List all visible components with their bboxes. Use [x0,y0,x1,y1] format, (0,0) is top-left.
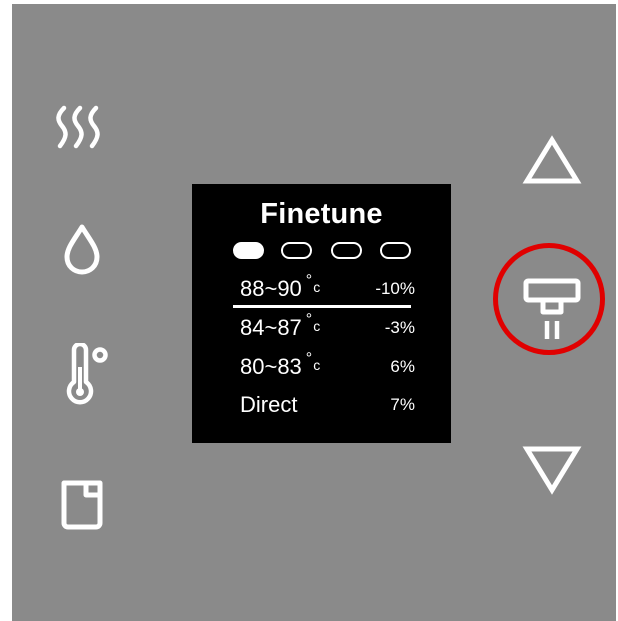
dispense-button[interactable] [516,272,588,346]
water-button[interactable] [57,219,107,279]
water-drop-icon [64,224,100,275]
adjustment-value: 7% [390,395,415,414]
celsius-unit [301,395,302,411]
arrow-up-icon [522,135,582,184]
celsius-unit: °c [305,350,321,373]
temperature-range: 80~83 °c [240,350,321,379]
cup-icon [61,480,103,530]
steam-icon [56,105,100,149]
temperature-range: 84~87 °c [240,311,321,340]
finetune-row[interactable]: 84~87 °c -3% [240,311,415,345]
celsius-unit: °c [305,311,321,334]
thermometer-icon [66,343,108,405]
celsius-unit: °c [305,272,321,295]
temperature-range: Direct [240,392,302,418]
arrow-down-icon [522,446,582,495]
temperature-button[interactable] [58,340,114,410]
temperature-range: 88~90 °c [240,272,321,301]
cup-button[interactable] [52,472,114,534]
finetune-row[interactable]: 80~83 °c 6% [240,350,415,384]
mode-indicator-1 [233,242,264,259]
adjustment-value: -3% [384,318,415,337]
finetune-row[interactable]: Direct 7% [240,392,415,422]
mode-indicator-2 [281,242,312,259]
steam-button[interactable] [50,98,110,158]
mode-indicator-4 [380,242,411,259]
screen-title: Finetune [260,198,383,230]
display-screen: Finetune 88~90 °c -10% 84~87 °c -3% 80~83 °… [192,184,451,443]
up-button[interactable] [520,132,584,188]
mode-indicator-3 [331,242,362,259]
dispense-icon [523,278,581,339]
adjustment-value: 6% [390,357,415,376]
down-button[interactable] [520,442,584,498]
selection-underline [233,305,411,308]
adjustment-value: -10% [375,279,415,298]
finetune-row[interactable]: 88~90 °c -10% [240,272,415,306]
